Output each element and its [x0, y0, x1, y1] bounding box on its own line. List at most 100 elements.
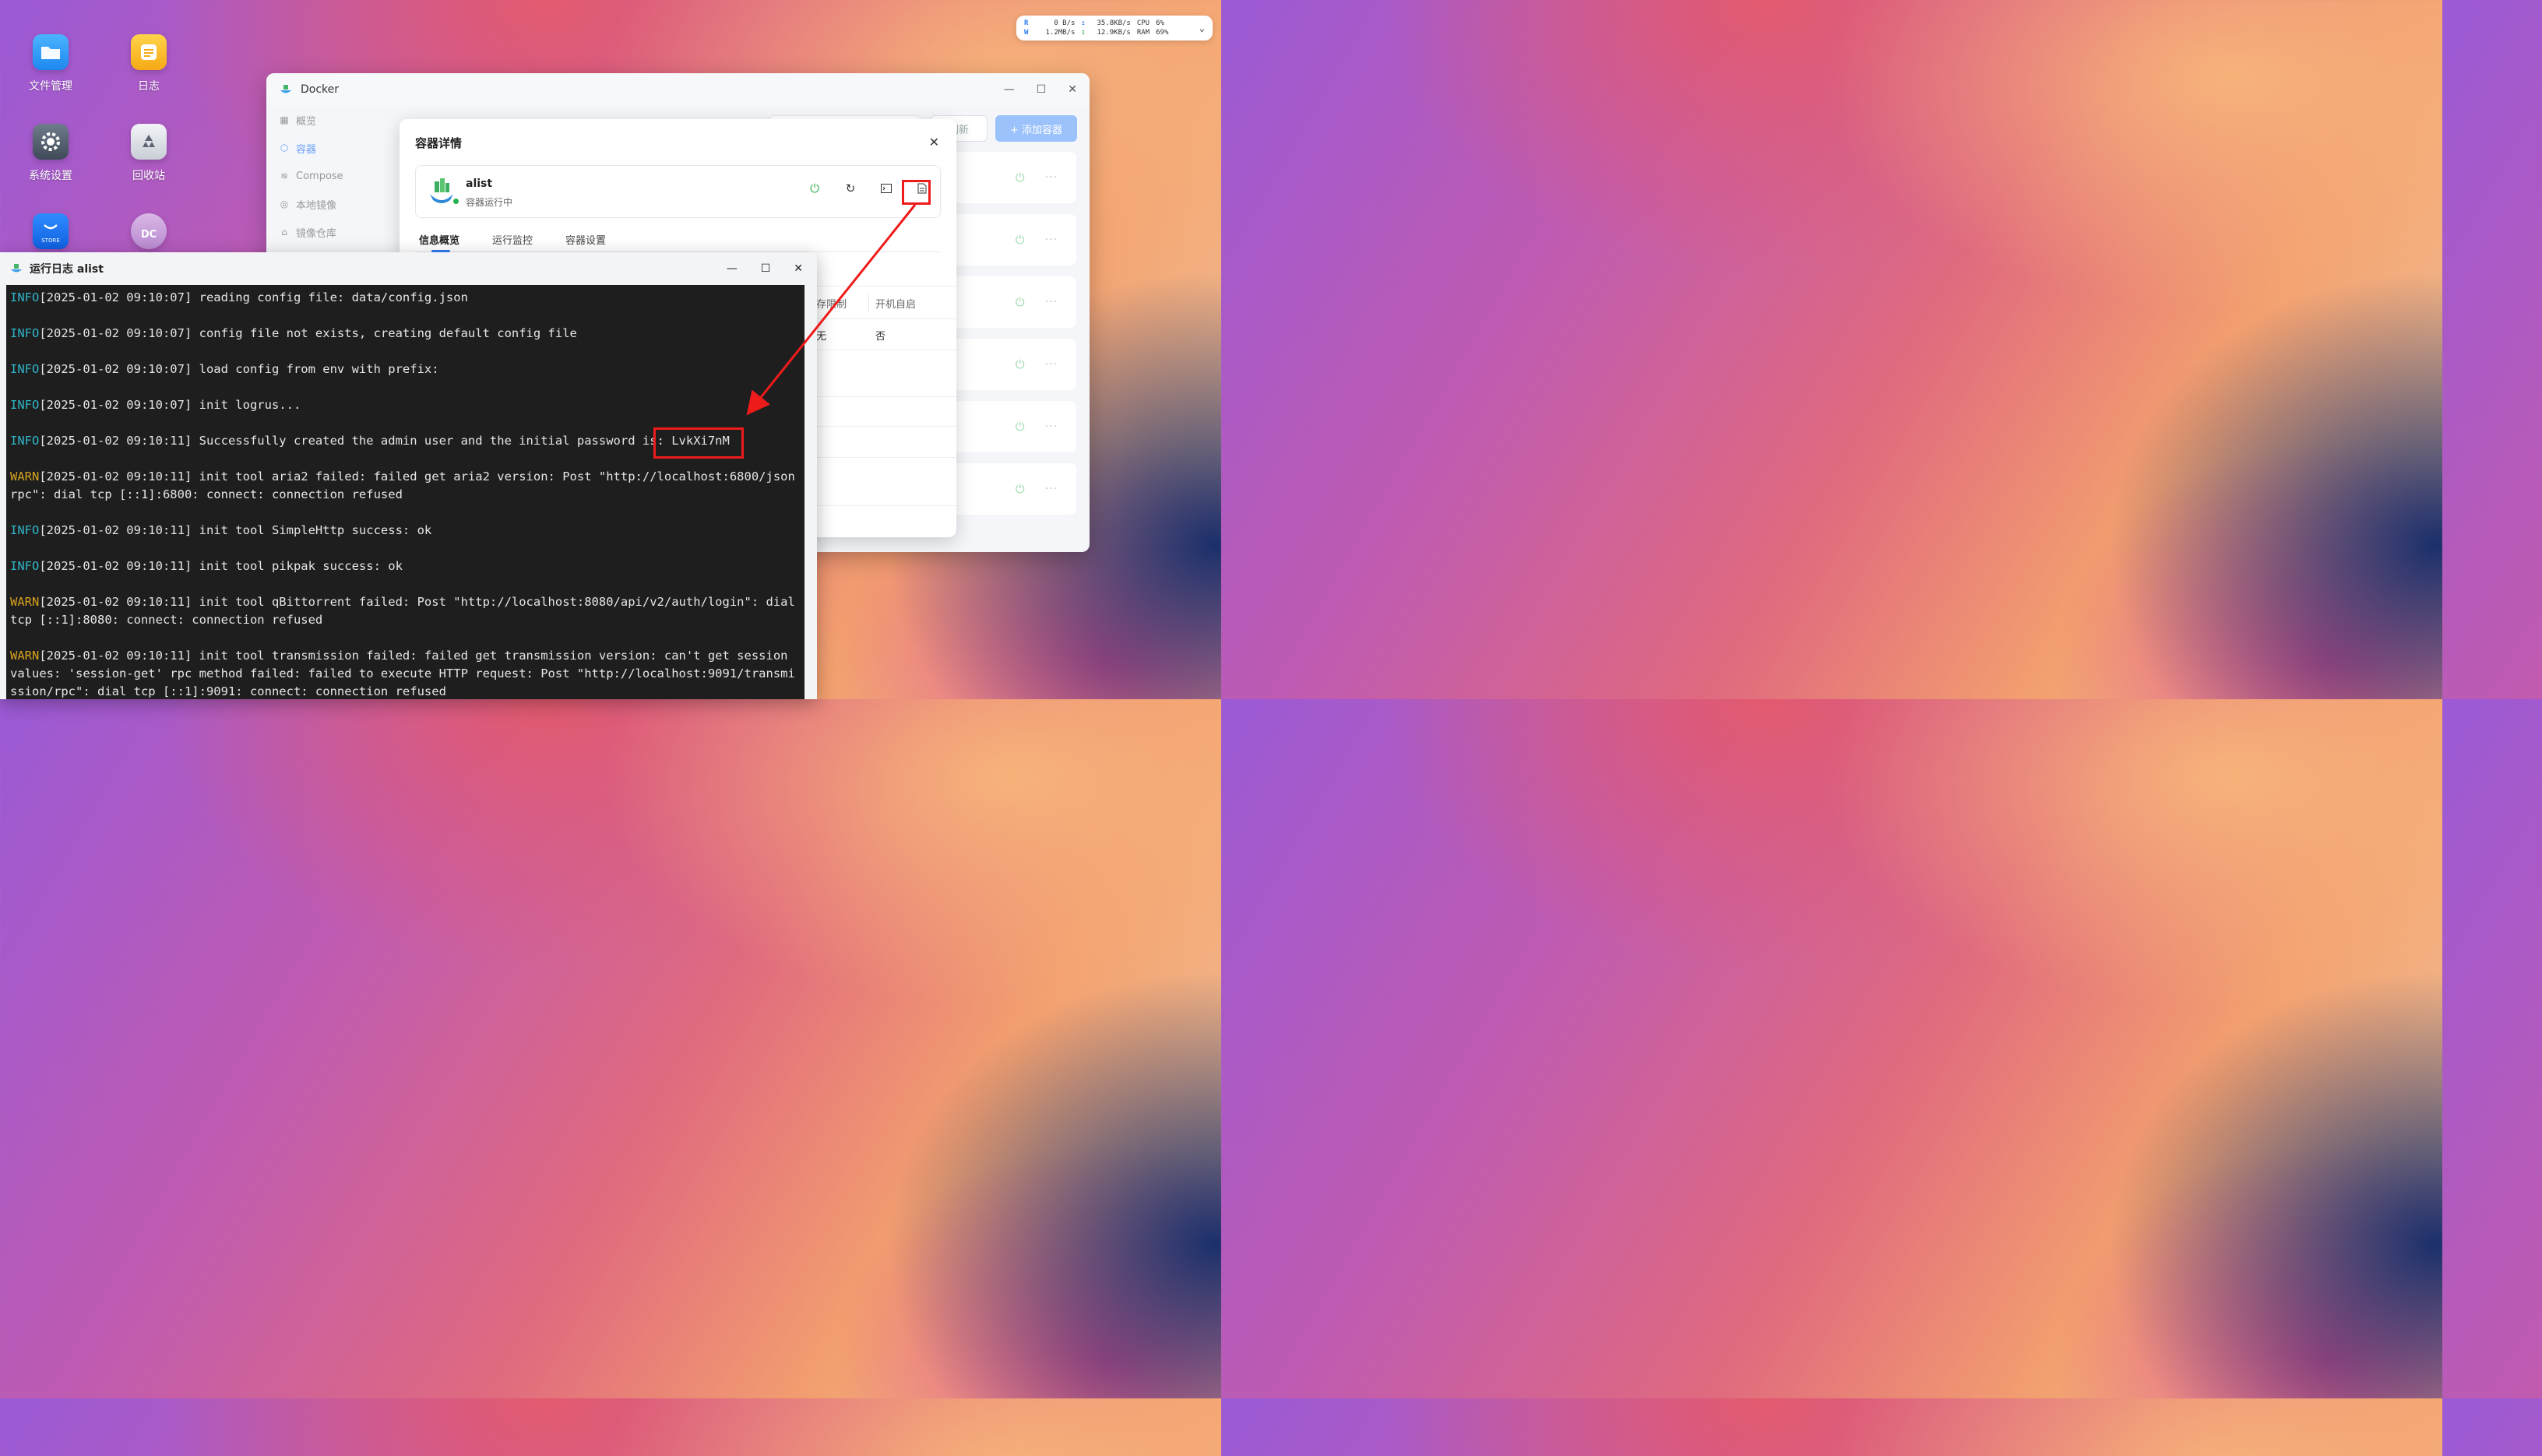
more-icon[interactable]: ··· — [1045, 483, 1058, 495]
maximize-icon[interactable]: ☐ — [761, 262, 771, 275]
more-icon[interactable]: ··· — [1045, 234, 1058, 246]
container-row[interactable]: ⏻ ··· — [952, 401, 1076, 452]
write-label: W — [1024, 29, 1029, 37]
read-label: R — [1024, 19, 1029, 27]
log-line: WARN[2025-01-02 09:10:11] init tool tran… — [10, 647, 801, 699]
store-icon: STORE — [33, 213, 69, 249]
maximize-icon[interactable]: ☐ — [1037, 83, 1047, 96]
cube-icon: ⬡ — [280, 142, 289, 153]
power-icon[interactable]: ⏻ — [1016, 482, 1025, 496]
log-window: 运行日志 alist — ☐ ✕ INFO[2025-01-02 09:10:0… — [0, 252, 817, 699]
download-speed: 12.9KB/s — [1097, 29, 1131, 37]
log-text: [2025-01-02 09:10:11] init tool qBittorr… — [10, 595, 803, 627]
container-row[interactable]: ⏻ ··· — [952, 152, 1076, 203]
download-arrow-icon: ↧ — [1081, 29, 1086, 37]
container-row[interactable]: ⏻ ··· — [952, 214, 1076, 266]
info-value-autostart: 否 — [875, 331, 886, 343]
chevron-down-icon[interactable]: ⌄ — [1199, 23, 1205, 33]
more-icon[interactable]: ··· — [1045, 420, 1058, 433]
warehouse-icon: ⌂ — [281, 227, 287, 237]
sidebar-item-label: 本地镜像 — [296, 199, 337, 212]
terminal-icon[interactable] — [879, 181, 893, 195]
log-line: INFO[2025-01-02 09:10:07] config file no… — [10, 325, 801, 343]
log-level: INFO — [10, 290, 40, 304]
log-text: [2025-01-02 09:10:07] reading config fil… — [39, 290, 468, 304]
add-container-button[interactable]: + 添加容器 — [995, 115, 1077, 142]
desktop-icon-files[interactable]: 文件管理 — [8, 34, 93, 93]
minimize-icon[interactable]: — — [1004, 83, 1015, 96]
log-level: INFO — [10, 326, 40, 340]
log-level: INFO — [10, 398, 40, 412]
log-output[interactable]: INFO[2025-01-02 09:10:07] reading config… — [6, 285, 804, 699]
more-icon[interactable]: ··· — [1045, 171, 1058, 184]
power-icon[interactable]: ⏻ — [1016, 295, 1025, 309]
write-speed: 1.2MB/s — [1045, 29, 1076, 37]
tab-overview[interactable]: 信息概览 — [419, 232, 459, 247]
running-status-dot — [452, 197, 460, 206]
power-icon[interactable]: ⏻ — [1016, 357, 1025, 371]
sidebar-item-local-images[interactable]: ◎ 本地镜像 — [266, 190, 403, 218]
tab-monitor[interactable]: 运行监控 — [492, 232, 533, 247]
log-window-titlebar[interactable]: 运行日志 alist — ☐ ✕ — [0, 252, 817, 285]
svg-text:STORE: STORE — [41, 237, 60, 244]
container-row[interactable]: ⏻ ··· — [952, 339, 1076, 390]
log-text: [2025-01-02 09:10:07] load config from e… — [39, 362, 439, 376]
log-line: WARN[2025-01-02 09:10:11] init tool aria… — [10, 468, 801, 504]
gear-icon — [33, 124, 69, 160]
upload-arrow-icon: ↥ — [1081, 19, 1086, 27]
power-icon[interactable]: ⏻ — [1016, 171, 1025, 185]
docker-dc-icon: DC — [131, 213, 167, 249]
highlight-box-password — [653, 427, 744, 459]
sidebar-item-containers[interactable]: ⬡ 容器 — [266, 134, 403, 162]
sidebar-item-overview[interactable]: ▦ 概览 — [266, 106, 403, 134]
desktop-icon-label: 回收站 — [132, 170, 165, 182]
desktop-icon-dc[interactable]: DC — [106, 213, 192, 257]
log-text: [2025-01-02 09:10:11] init tool aria2 fa… — [10, 470, 795, 501]
info-column-separator — [868, 294, 869, 311]
power-icon[interactable]: ⏻ — [1016, 420, 1025, 434]
power-icon[interactable]: ⏻ — [808, 181, 822, 195]
desktop-icon-recycle[interactable]: 回收站 — [106, 124, 192, 183]
alist-logo-icon — [430, 178, 453, 203]
sidebar-item-compose[interactable]: ≋ Compose — [266, 162, 403, 190]
log-line: INFO[2025-01-02 09:10:07] init logrus... — [10, 396, 801, 414]
log-level: INFO — [10, 434, 40, 448]
info-header-memory: 存限制 — [816, 299, 847, 311]
info-divider — [804, 457, 956, 458]
more-icon[interactable]: ··· — [1045, 358, 1058, 371]
log-level: WARN — [10, 470, 40, 484]
container-name: alist — [466, 178, 493, 190]
log-text: [2025-01-02 09:10:11] init tool pikpak s… — [39, 559, 403, 573]
restart-icon[interactable]: ↻ — [843, 181, 857, 195]
close-icon[interactable]: ✕ — [929, 135, 939, 149]
docker-app-icon — [280, 85, 291, 93]
cpu-label: CPU — [1136, 19, 1150, 27]
desktop-icon-settings[interactable]: 系统设置 — [8, 124, 93, 183]
close-icon[interactable]: ✕ — [1068, 83, 1077, 96]
log-line: INFO[2025-01-02 09:10:11] init tool pikp… — [10, 557, 801, 575]
log-text: [2025-01-02 09:10:11] Successfully creat… — [39, 434, 730, 448]
log-level: INFO — [10, 559, 40, 573]
more-icon[interactable]: ··· — [1045, 296, 1058, 308]
folder-icon — [33, 34, 69, 70]
sidebar-item-label: 容器 — [296, 143, 317, 156]
container-row[interactable]: ⏻ ··· — [952, 463, 1076, 515]
sidebar-item-registry[interactable]: ⌂ 镜像仓库 — [266, 218, 403, 246]
system-monitor-widget[interactable]: R W 0 B/s 1.2MB/s ↥ ↧ 35.8KB/s 12.9KB/s … — [1016, 16, 1213, 40]
log-level: WARN — [10, 595, 40, 609]
close-icon[interactable]: ✕ — [794, 262, 803, 275]
log-icon — [131, 34, 167, 70]
sidebar-item-label: 概览 — [296, 115, 317, 128]
power-icon[interactable]: ⏻ — [1016, 233, 1025, 247]
tab-settings[interactable]: 容器设置 — [565, 232, 606, 247]
ram-label: RAM — [1136, 29, 1150, 37]
sidebar-item-label: Compose — [296, 170, 343, 182]
minimize-icon[interactable]: — — [727, 262, 738, 275]
desktop-icon-store[interactable]: STORE — [8, 213, 93, 257]
highlight-box-logs-button — [902, 180, 931, 205]
container-row[interactable]: ⏻ ··· — [952, 276, 1076, 328]
docker-titlebar[interactable]: Docker — ☐ ✕ — [266, 73, 1090, 106]
desktop-icon-label: 文件管理 — [29, 80, 72, 93]
desktop-icon-log[interactable]: 日志 — [106, 34, 192, 93]
log-text: [2025-01-02 09:10:07] init logrus... — [39, 398, 301, 412]
